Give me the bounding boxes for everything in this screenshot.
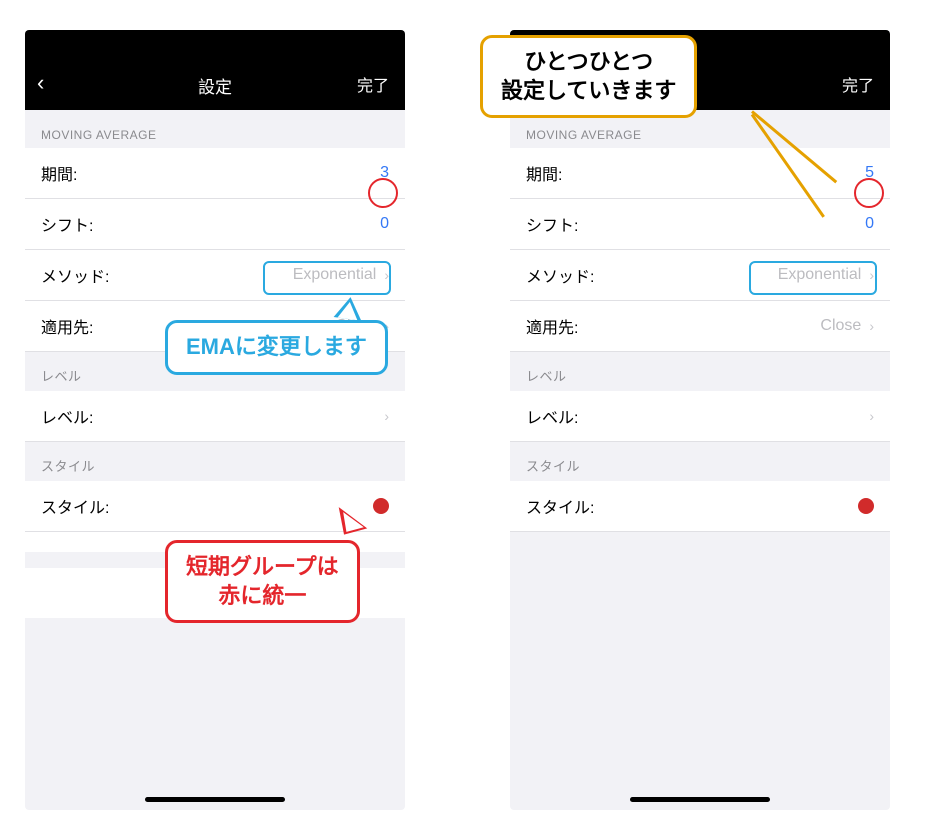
method-value: Exponential [778,266,862,284]
section-style: スタイル [25,442,405,481]
shift-label: シフト: [526,212,578,236]
home-indicator [630,797,770,802]
phone-right: 完了 MOVING AVERAGE 期間: 5 シフト: 0 メソッド: Exp… [510,30,890,810]
row-apply[interactable]: 適用先: Close › [510,301,890,352]
back-icon[interactable]: ‹ [37,70,44,96]
section-moving-average: MOVING AVERAGE [25,110,405,148]
section-style: スタイル [510,442,890,481]
apply-value: Close [820,317,861,335]
chevron-right-icon: › [384,267,389,283]
row-shift[interactable]: シフト: 0 [25,199,405,250]
callout-red-unify: 短期グループは 赤に統一 [165,540,360,623]
header: ‹ 設定 完了 [25,30,405,110]
callout-tail-ema [334,295,365,321]
row-method[interactable]: メソッド: Exponential › [25,250,405,301]
done-button[interactable]: 完了 [842,72,874,96]
shift-value: 0 [865,215,874,233]
period-value: 5 [865,164,874,182]
home-indicator [145,797,285,802]
period-value: 3 [380,164,389,182]
phone-left: ‹ 設定 完了 MOVING AVERAGE 期間: 3 シフト: 0 メソッド… [25,30,405,810]
row-level[interactable]: レベル: › [25,391,405,442]
done-button[interactable]: 完了 [357,72,389,96]
row-style[interactable]: スタイル: [510,481,890,532]
chevron-right-icon: › [869,408,874,424]
method-label: メソッド: [526,263,594,287]
period-label: 期間: [41,161,77,185]
chevron-right-icon: › [869,267,874,283]
callout-step: ひとつひとつ 設定していきます [480,35,697,118]
style-label: スタイル: [526,494,594,518]
shift-label: シフト: [41,212,93,236]
chevron-right-icon: › [384,408,389,424]
style-label: スタイル: [41,494,109,518]
level-label: レベル: [526,404,578,428]
shift-value: 0 [380,215,389,233]
chevron-right-icon: › [869,318,874,334]
row-shift[interactable]: シフト: 0 [510,199,890,250]
style-color-dot [858,498,874,514]
row-level[interactable]: レベル: › [510,391,890,442]
method-value: Exponential [293,266,377,284]
page-title: 設定 [198,73,232,98]
callout-ema: EMAに変更します [165,320,388,375]
period-label: 期間: [526,161,562,185]
row-period[interactable]: 期間: 3 [25,148,405,199]
style-color-dot [373,498,389,514]
method-label: メソッド: [41,263,109,287]
row-method[interactable]: メソッド: Exponential › [510,250,890,301]
apply-label: 適用先: [41,314,93,338]
level-label: レベル: [41,404,93,428]
section-level: レベル [510,352,890,391]
row-period[interactable]: 期間: 5 [510,148,890,199]
apply-label: 適用先: [526,314,578,338]
